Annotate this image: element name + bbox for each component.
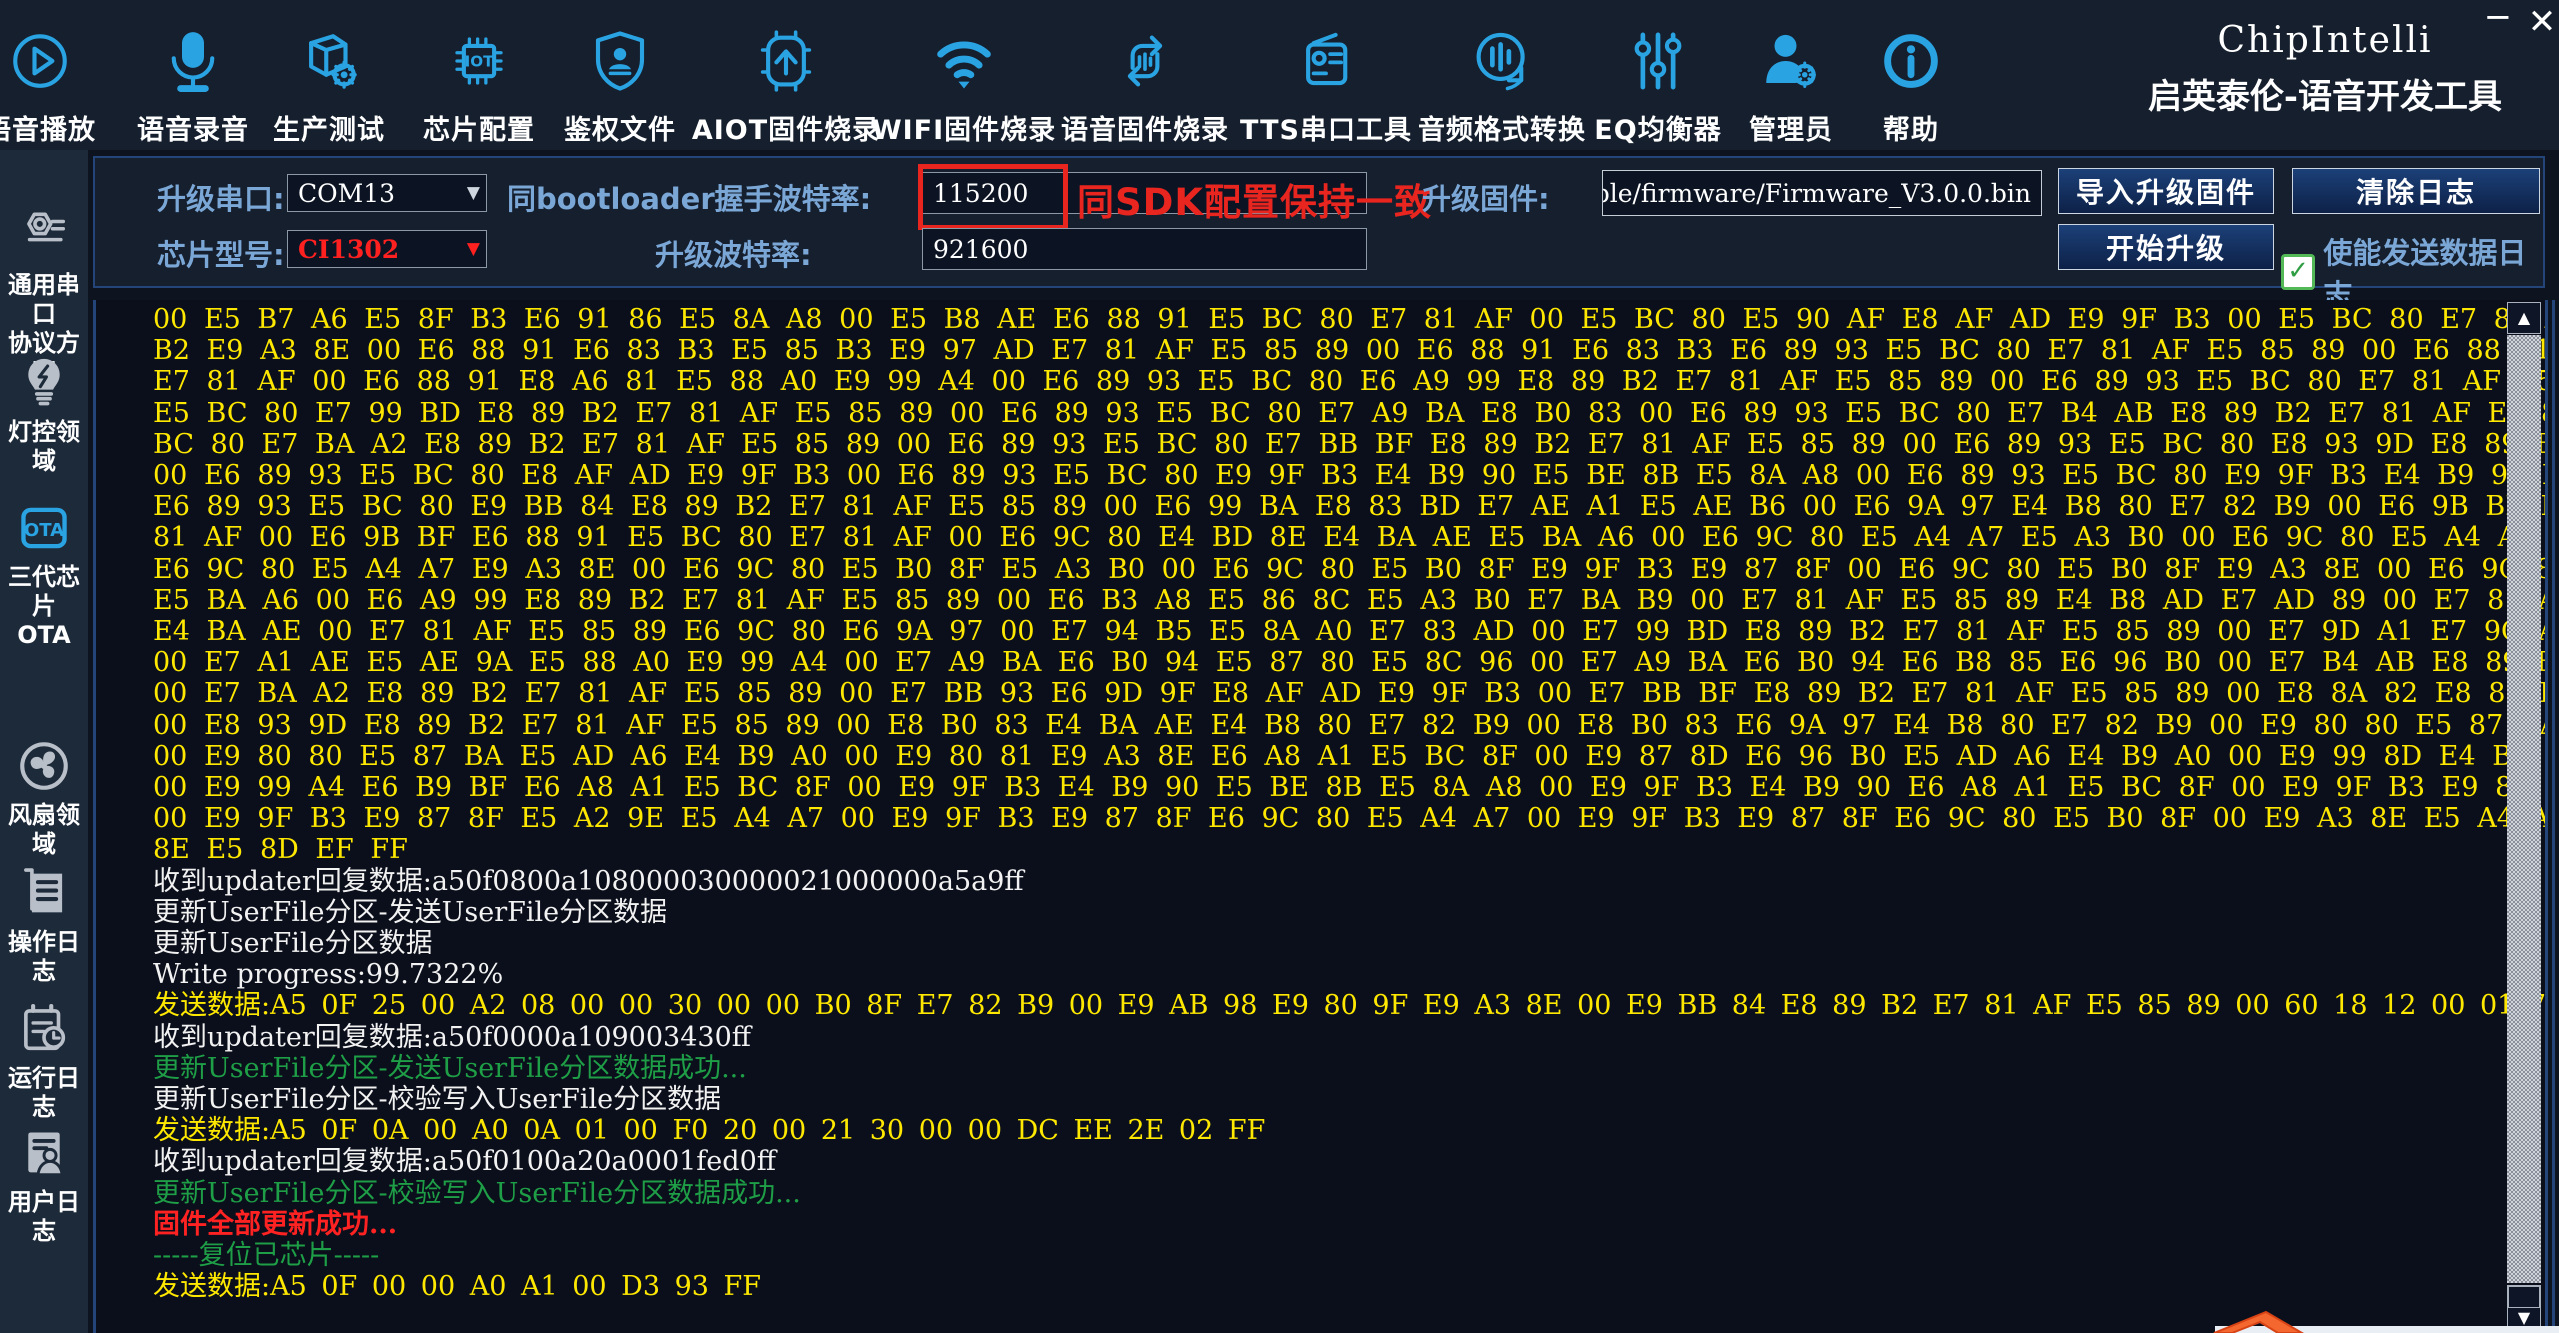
- sidebar-item-label: 操作日志: [0, 928, 88, 986]
- right-panel-border: [2552, 300, 2555, 1333]
- chevron-down-icon: ▼: [467, 239, 480, 259]
- chip-model-value: CI1302: [298, 235, 399, 264]
- log-entry: Write progress:99.7322%: [153, 959, 2503, 990]
- sidebar-item-label: OTA: [0, 621, 88, 650]
- toolbar-item-label: WIFI固件烧录: [859, 108, 1069, 147]
- import-firmware-button[interactable]: 导入升级固件: [2058, 168, 2274, 214]
- hex-dump-line: E4 BA AE 00 E7 81 AF E5 85 89 E6 9C 80 E…: [153, 616, 2503, 647]
- toolbar-item-help[interactable]: 帮助: [1806, 22, 2016, 147]
- sidebar-item-label: 灯控领域: [0, 418, 88, 476]
- log-console[interactable]: 00 E5 B7 A6 E5 8F B3 E6 91 86 E5 8A A8 0…: [93, 300, 2548, 1333]
- log-entry: 发送数据:A5 0F 0A 00 A0 0A 01 00 F0 20 00 21…: [153, 1115, 2503, 1146]
- log-entry: 收到updater回复数据:a50f0800a10800003000002100…: [153, 866, 2503, 897]
- start-upgrade-button[interactable]: 开始升级: [2058, 224, 2274, 270]
- sidebar-item-light-control[interactable]: 灯控领域: [0, 352, 88, 476]
- chip-model-select[interactable]: CI1302 ▼: [287, 230, 487, 268]
- upgrade-settings-panel: 升级串口: COM13 ▼ 同bootloader握手波特率: 115200 同…: [93, 156, 2545, 288]
- sync-audio-icon: [1040, 22, 1250, 106]
- hex-dump-line: 00 E6 89 93 E5 BC 80 E8 AF AD E9 9F B3 0…: [153, 460, 2503, 491]
- sidebar-item-label: 三代芯片: [0, 563, 88, 621]
- info-circle-icon: [1806, 22, 2016, 106]
- log-entry: 固件全部更新成功...: [153, 1209, 2503, 1240]
- chip-model-label: 芯片型号:: [157, 232, 285, 274]
- hex-dump-line: 8E E5 8D EF FF: [153, 834, 2503, 865]
- upgrade-port-value: COM13: [298, 179, 395, 208]
- log-entry: 更新UserFile分区-发送UserFile分区数据成功...: [153, 1053, 2503, 1084]
- sdk-annotation-text: 同SDK配置保持一致: [1077, 172, 1432, 226]
- close-button[interactable]: ✕: [2520, 2, 2559, 42]
- serial-protocol-icon: [0, 205, 88, 271]
- svg-text:IOT: IOT: [465, 53, 494, 71]
- log-entry: 收到updater回复数据:a50f0000a109003430ff: [153, 1022, 2503, 1053]
- log-entry: 发送数据:A5 0F 25 00 A2 08 00 00 30 00 00 B0…: [153, 990, 2503, 1021]
- top-toolbar: 语音播放语音录音生产测试IOT芯片配置鉴权文件AIOT固件烧录WIFI固件烧录语…: [0, 0, 2559, 150]
- clear-log-button[interactable]: 清除日志: [2292, 168, 2540, 214]
- firmware-label: 升级固件:: [1422, 176, 1550, 218]
- log-entry: 收到updater回复数据:a50f0100a20a0001fed0ff: [153, 1146, 2503, 1177]
- vertical-scrollbar[interactable]: ▲ ▼: [2507, 302, 2543, 1331]
- sidebar-item-operation-log[interactable]: 操作日志: [0, 862, 88, 986]
- log-entry: -----复位已芯片-----: [153, 1240, 2503, 1271]
- log-entry: 更新UserFile分区-校验写入UserFile分区数据: [153, 1084, 2503, 1115]
- sidebar-item-gen3-ota[interactable]: OTA三代芯片OTA: [0, 497, 88, 650]
- hex-dump-line: 00 E9 80 80 E5 87 BA E5 AD A6 E4 B9 A0 0…: [153, 741, 2503, 772]
- hex-dump-line: 00 E9 9F B3 E9 87 8F E5 A2 9E E5 A4 A7 0…: [153, 803, 2503, 834]
- sidebar-item-user-log[interactable]: 用户日志: [0, 1122, 88, 1246]
- chevron-down-icon: ▼: [467, 183, 480, 203]
- app-title-product: 启英泰伦-语音开发工具: [2100, 69, 2550, 118]
- scrollbar-track[interactable]: [2507, 335, 2541, 1283]
- hex-dump-line: 00 E5 B7 A6 E5 8F B3 E6 91 86 E5 8A A8 0…: [153, 304, 2503, 335]
- firmware-path-input[interactable]: ble/firmware/Firmware_V3.0.0.bin: [1602, 170, 2042, 216]
- hex-dump-line: 00 E7 A1 AE E5 AE 9A E5 88 A0 E9 99 A4 0…: [153, 647, 2503, 678]
- upgrade-baud-input[interactable]: 921600: [922, 228, 1367, 270]
- hex-dump-line: 00 E7 BA A2 E8 89 B2 E7 81 AF E5 85 89 0…: [153, 678, 2503, 709]
- sidebar-item-fan-domain[interactable]: 风扇领域: [0, 735, 88, 859]
- upgrade-baud-label: 升级波特率:: [655, 232, 812, 274]
- log-entry: 发送数据:A5 0F 00 00 A0 A1 00 D3 93 FF: [153, 1271, 2503, 1302]
- handshake-baud-label: 同bootloader握手波特率:: [507, 176, 871, 218]
- fan-icon: [0, 735, 88, 801]
- sidebar-item-run-log[interactable]: 运行日志: [0, 998, 88, 1122]
- upgrade-baud-value: 921600: [933, 235, 1028, 264]
- light-bulb-icon: [0, 352, 88, 418]
- sidebar-item-label: 运行日志: [0, 1064, 88, 1122]
- log-content: 00 E5 B7 A6 E5 8F B3 E6 91 86 E5 8A A8 0…: [153, 304, 2503, 1303]
- hex-dump-line: E6 9C 80 E5 A4 A7 E9 A3 8E 00 E6 9C 80 E…: [153, 554, 2503, 585]
- sidebar-item-label: 用户日志: [0, 1188, 88, 1246]
- toolbar-item-voice-burn[interactable]: 语音固件烧录: [1040, 22, 1250, 147]
- minimize-button[interactable]: ─: [2476, 0, 2520, 38]
- upgrade-port-label: 升级串口:: [157, 176, 285, 218]
- hex-dump-line: E5 BA A6 00 E6 A9 99 E8 89 B2 E7 81 AF E…: [153, 585, 2503, 616]
- upgrade-port-select[interactable]: COM13 ▼: [287, 174, 487, 212]
- hex-dump-line: 81 AF 00 E6 9B BF E6 88 91 E5 BC 80 E7 8…: [153, 522, 2503, 553]
- hex-dump-line: E5 BC 80 E7 99 BD E8 89 B2 E7 81 AF E5 8…: [153, 398, 2503, 429]
- ota-badge-icon: OTA: [0, 497, 88, 563]
- toolbar-item-wifi-burn[interactable]: WIFI固件烧录: [859, 22, 1069, 147]
- operation-log-icon: [0, 862, 88, 928]
- run-log-icon: [0, 998, 88, 1064]
- toolbar-item-label: 帮助: [1806, 108, 2016, 147]
- hex-dump-line: 00 E8 93 9D E8 89 B2 E7 81 AF E5 85 89 0…: [153, 710, 2503, 741]
- log-entry: 更新UserFile分区数据: [153, 928, 2503, 959]
- sidebar-item-label: 通用串口: [0, 271, 88, 329]
- hex-dump-line: E6 89 93 E5 BC 80 E9 BB 84 E8 89 B2 E7 8…: [153, 491, 2503, 522]
- hex-dump-line: BC 80 E7 BA A2 E8 89 B2 E7 81 AF E5 85 8…: [153, 429, 2503, 460]
- firmware-path-value: ble/firmware/Firmware_V3.0.0.bin: [1602, 179, 2031, 208]
- user-log-icon: [0, 1122, 88, 1188]
- log-entry: 更新UserFile分区-发送UserFile分区数据: [153, 897, 2503, 928]
- highlight-red-box: [918, 164, 1068, 230]
- hex-dump-line: E7 81 AF 00 E6 88 91 E8 A6 81 E5 88 A0 E…: [153, 366, 2503, 397]
- sidebar: 通用串口协议方案灯控领域OTA三代芯片OTA风扇领域操作日志运行日志用户日志: [0, 150, 93, 1333]
- log-entry: 更新UserFile分区-校验写入UserFile分区数据成功...: [153, 1178, 2503, 1209]
- hex-dump-line: 00 E9 99 A4 E6 B9 BF E6 A8 A1 E5 BC 8F 0…: [153, 772, 2503, 803]
- toolbar-item-label: 语音固件烧录: [1040, 108, 1250, 147]
- orange-arrow-annotation: [2180, 1310, 2310, 1333]
- checkmark-icon: ✓: [2281, 254, 2315, 290]
- hex-dump-line: B2 E9 A3 8E 00 E6 88 91 E6 83 B3 E5 85 B…: [153, 335, 2503, 366]
- wifi-icon: [859, 22, 1069, 106]
- svg-text:OTA: OTA: [24, 520, 64, 541]
- scroll-up-icon[interactable]: ▲: [2507, 302, 2541, 334]
- sidebar-item-label: 风扇领域: [0, 801, 88, 859]
